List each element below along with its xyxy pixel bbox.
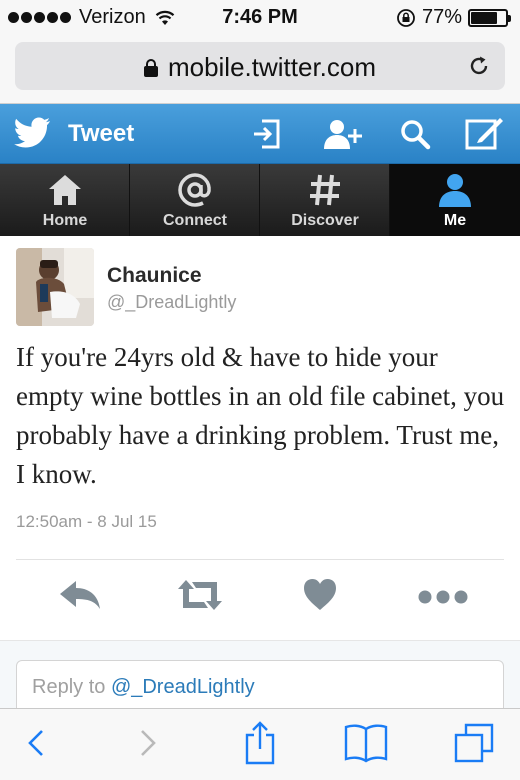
at-icon (178, 173, 211, 207)
tweet-timestamp[interactable]: 12:50am - 8 Jul 15 (16, 512, 157, 532)
nav-item-home[interactable]: Home (0, 164, 130, 236)
rotation-lock-icon (397, 8, 415, 27)
author-handle[interactable]: @_DreadLightly (107, 292, 236, 313)
reply-placeholder: Reply to @_DreadLightly (32, 676, 255, 698)
hash-icon (310, 174, 340, 206)
address-bar[interactable]: mobile.twitter.com (15, 42, 505, 90)
browser-toolbar (0, 708, 520, 780)
nav-item-discover[interactable]: Discover (260, 164, 390, 236)
nav-item-connect[interactable]: Connect (130, 164, 260, 236)
bookmarks-icon[interactable] (344, 723, 388, 763)
add-user-icon[interactable] (322, 117, 364, 151)
tweet-text: If you're 24yrs old & have to hide your … (16, 342, 505, 489)
favorite-icon[interactable] (302, 577, 338, 613)
nav-label-me: Me (443, 212, 467, 229)
browser-address-area: mobile.twitter.com (0, 36, 520, 104)
url-display[interactable]: mobile.twitter.com (15, 52, 505, 83)
nav-label-connect: Connect (163, 212, 227, 229)
status-bar: Verizon 7:46 PM 77% (0, 0, 520, 36)
search-icon[interactable] (398, 117, 432, 151)
divider (16, 559, 504, 560)
share-icon[interactable] (244, 721, 276, 765)
twitter-bird-icon[interactable] (14, 116, 52, 150)
nav-label-home: Home (42, 212, 88, 229)
sign-in-icon[interactable] (250, 117, 284, 151)
main-nav: Home Connect Discover Me (0, 164, 520, 236)
url-text: mobile.twitter.com (167, 52, 377, 82)
nav-item-me[interactable]: Me (390, 164, 520, 236)
battery-level-fill (471, 11, 498, 24)
twitter-header: Tweet (0, 104, 520, 164)
more-icon[interactable] (418, 577, 468, 613)
battery-info: 77% (396, 6, 511, 29)
avatar[interactable] (16, 248, 94, 326)
person-icon (439, 174, 471, 207)
retweet-icon[interactable] (176, 577, 224, 613)
compose-icon[interactable] (464, 117, 504, 151)
header-title: Tweet (68, 120, 135, 147)
reload-icon[interactable] (467, 54, 491, 78)
battery-icon (468, 8, 511, 27)
reply-handle: @_DreadLightly (110, 676, 255, 698)
nav-label-discover: Discover (291, 212, 359, 229)
home-icon (49, 175, 81, 205)
avatar-photo (16, 248, 94, 326)
battery-percent: 77% (421, 6, 462, 28)
lock-icon (143, 59, 158, 77)
tabs-icon[interactable] (454, 723, 494, 763)
reply-section: Reply to @_DreadLightly (0, 640, 520, 720)
back-icon[interactable] (24, 725, 48, 761)
reply-icon[interactable] (58, 577, 102, 613)
author-name[interactable]: Chaunice (107, 264, 202, 288)
forward-icon[interactable] (136, 725, 160, 761)
